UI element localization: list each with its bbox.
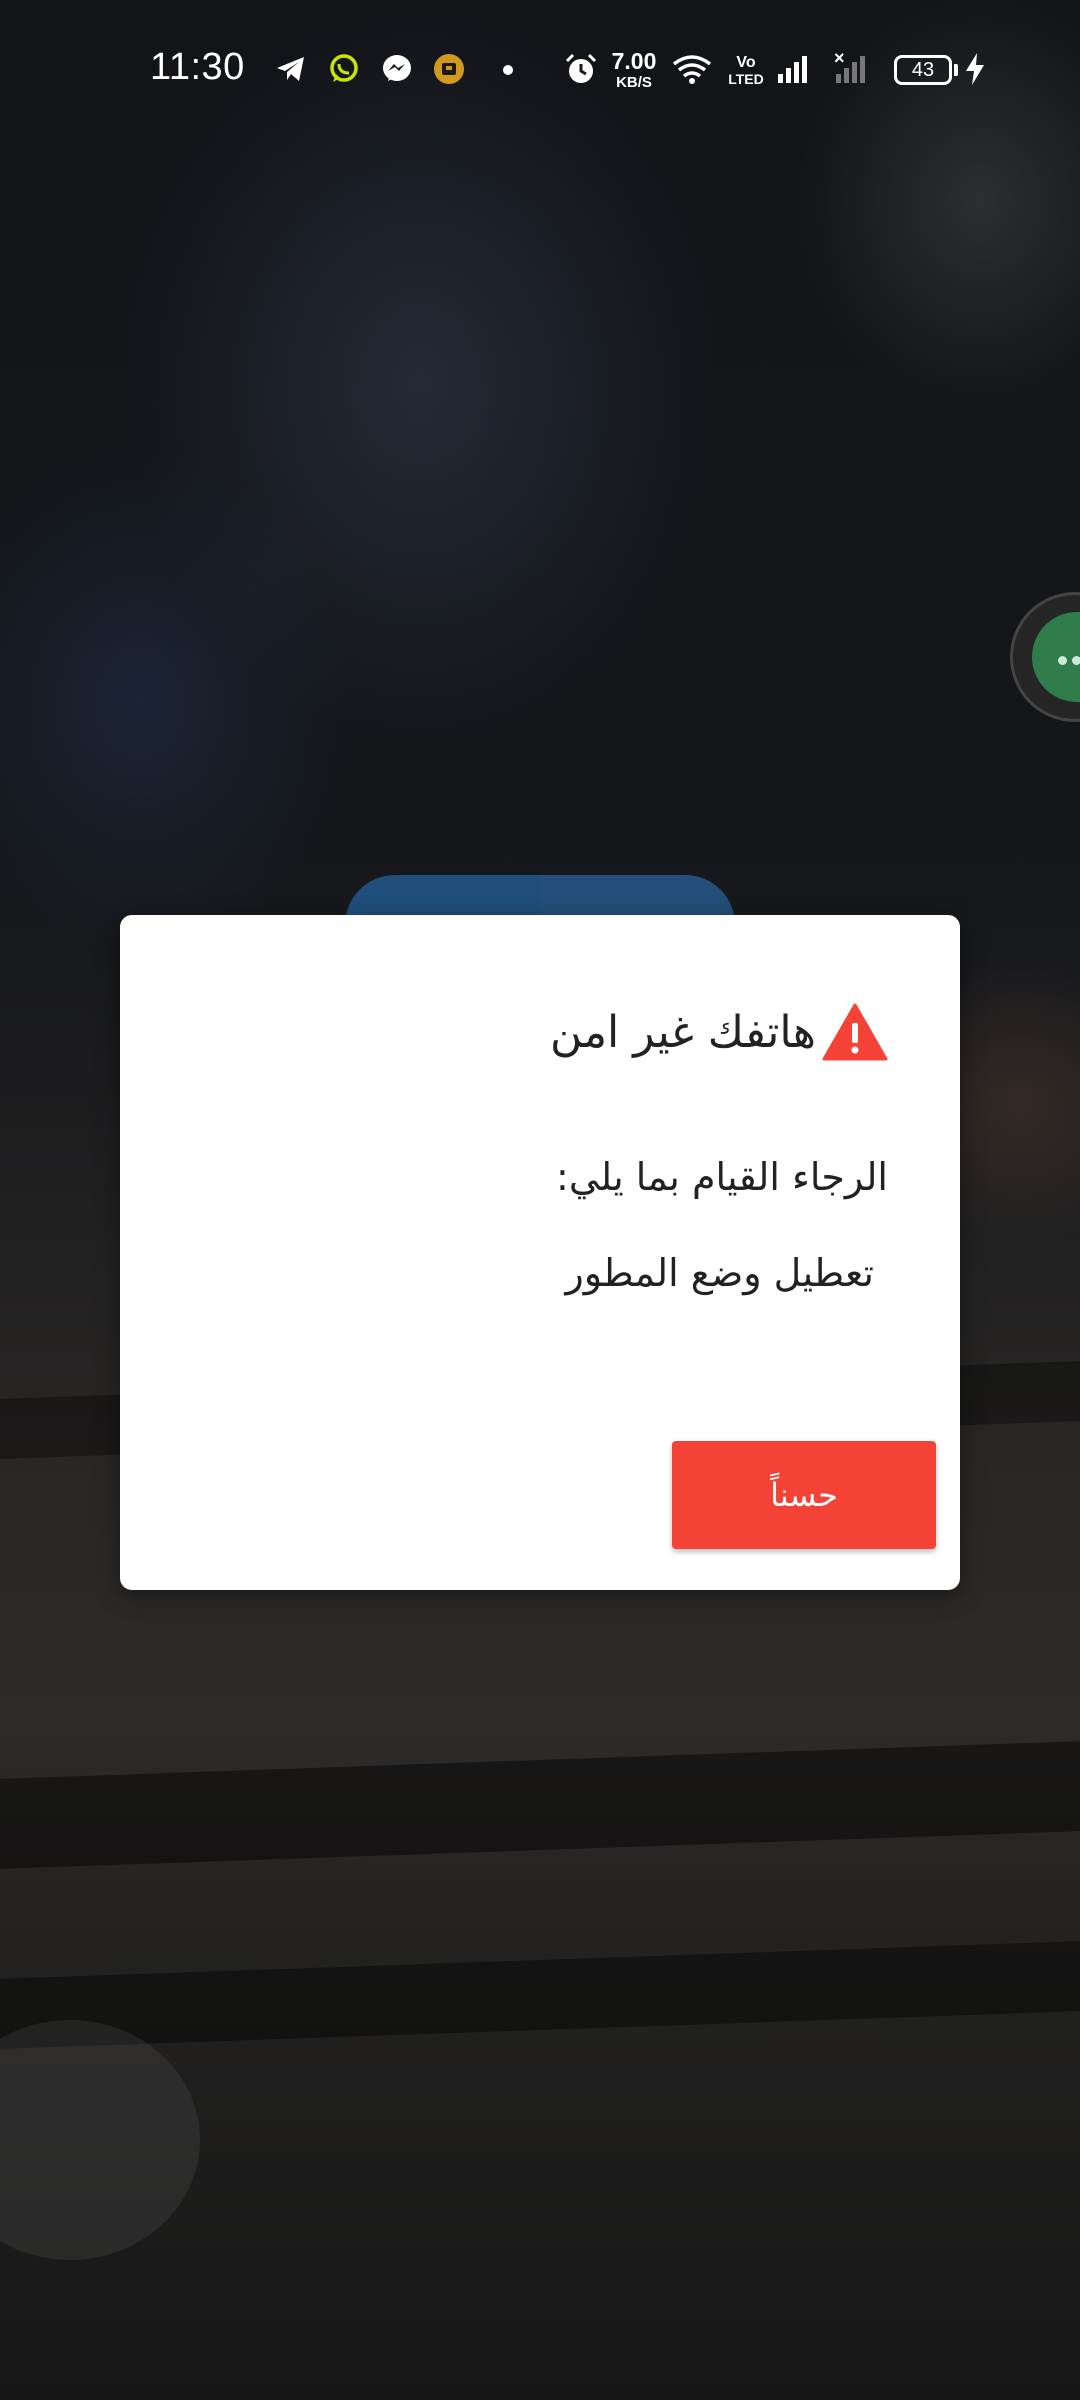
dialog-title: هاتفك غير امن (549, 1006, 816, 1058)
battery-level: 43 (911, 59, 935, 81)
battery-tip (954, 64, 958, 76)
whatsapp-icon (330, 54, 358, 82)
network-speed-unit: KB/S (616, 74, 652, 91)
network-speed-value: 7.00 (611, 48, 657, 74)
dialog-title-row: هاتفك غير امن (550, 997, 888, 1067)
charging-icon (966, 53, 984, 85)
dot-icon (503, 65, 513, 75)
telegram-icon (277, 57, 304, 81)
no-service-mark: × (834, 48, 845, 68)
dialog-message-line: الرجاء القيام بما يلي: (556, 1155, 888, 1199)
wifi-icon (672, 55, 712, 84)
bubble-dot (1058, 656, 1067, 665)
volte-top-label: Vo (736, 54, 756, 71)
warning-icon (822, 1003, 888, 1061)
messenger-icon (383, 55, 411, 81)
security-warning-dialog: هاتفك غير امن الرجاء القيام بما يلي: تعط… (120, 915, 960, 1590)
screen: 11:30 7.00 KB/S Vo LTED × 43 هاتفك غير ا… (0, 0, 1080, 2400)
volte-indicator: Vo LTED (727, 54, 765, 87)
alarm-icon (565, 53, 597, 83)
status-bar: 11:30 7.00 KB/S Vo LTED × 43 (0, 0, 1080, 140)
ok-button[interactable]: حسناً (672, 1441, 936, 1549)
signal-icon (778, 56, 807, 83)
volte-bottom-label: LTED (728, 71, 764, 87)
bubble-dot (1072, 656, 1080, 665)
app-notification-icon (434, 54, 464, 84)
status-time: 11:30 (150, 46, 245, 88)
network-speed: 7.00 KB/S (606, 48, 662, 91)
battery-icon: 43 (894, 55, 952, 85)
dialog-message-line: تعطيل وضع المطور (565, 1251, 874, 1295)
